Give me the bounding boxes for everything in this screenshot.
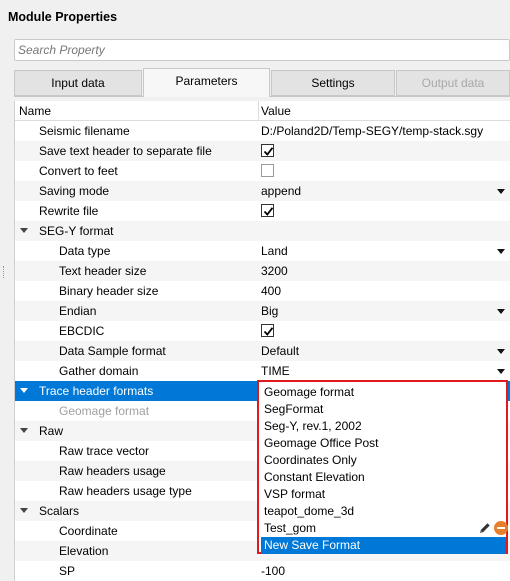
property-name: Seismic filename (39, 124, 130, 138)
property-value[interactable]: -100 (261, 564, 285, 578)
property-name: Gather domain (59, 364, 139, 378)
search-property-field[interactable] (14, 39, 510, 61)
property-value[interactable]: Land (261, 244, 288, 258)
search-input[interactable] (15, 40, 509, 60)
property-row-rewrite-file[interactable]: Rewrite file (15, 201, 510, 221)
dropdown-option-highlighted[interactable]: New Save Format (261, 537, 506, 554)
property-value[interactable]: TIME (261, 364, 290, 378)
dropdown-arrow-icon[interactable] (497, 349, 505, 354)
checkbox-checked[interactable] (261, 144, 274, 157)
property-row-convert-to-feet[interactable]: Convert to feet (15, 161, 510, 181)
tab-parameters[interactable]: Parameters (143, 68, 270, 97)
property-row-binary-header-size[interactable]: Binary header size 400 (15, 281, 510, 301)
dropdown-arrow-icon[interactable] (497, 249, 505, 254)
property-name: Data type (59, 244, 111, 258)
property-row-gather-domain[interactable]: Gather domain TIME (15, 361, 510, 381)
property-name: Saving mode (39, 184, 110, 198)
property-name: Convert to feet (39, 164, 118, 178)
property-name: Raw headers usage type (59, 484, 192, 498)
dropdown-option[interactable]: Seg-Y, rev.1, 2002 (261, 418, 506, 435)
property-row-saving-mode[interactable]: Saving mode append (15, 181, 510, 201)
checkbox-unchecked[interactable] (261, 164, 274, 177)
dropdown-option[interactable]: Coordinates Only (261, 452, 506, 469)
check-icon (263, 207, 274, 216)
column-separator[interactable] (258, 101, 259, 121)
tab-output-data: Output data (396, 70, 510, 96)
check-icon (263, 327, 274, 336)
dropdown-arrow-icon[interactable] (497, 189, 505, 194)
panel-title: Module Properties (8, 10, 118, 24)
column-header-name[interactable]: Name (19, 104, 51, 118)
property-name: Binary header size (59, 284, 159, 298)
expand-arrow-icon[interactable] (20, 428, 28, 433)
property-name: Data Sample format (59, 344, 166, 358)
property-name: Raw headers usage (59, 464, 166, 478)
expand-arrow-icon[interactable] (20, 508, 28, 513)
dropdown-arrow-icon[interactable] (497, 369, 505, 374)
dropdown-option[interactable]: Geomage Office Post (261, 435, 506, 452)
property-name: Save text header to separate file (39, 144, 212, 158)
property-row-endian[interactable]: Endian Big (15, 301, 510, 321)
group-name: Scalars (39, 504, 80, 518)
group-name: Raw (39, 424, 64, 438)
property-name: SP (59, 564, 76, 578)
property-name: Raw trace vector (59, 444, 150, 458)
tab-input-data[interactable]: Input data (14, 70, 142, 96)
property-row-data-type[interactable]: Data type Land (15, 241, 510, 261)
edit-icon[interactable] (478, 521, 492, 535)
dropdown-option-label: Test_gom (264, 521, 317, 535)
expand-arrow-icon[interactable] (20, 388, 28, 393)
trace-header-format-dropdown[interactable]: Geomage format SegFormat Seg-Y, rev.1, 2… (257, 380, 508, 554)
splitter-handle[interactable] (3, 266, 5, 278)
checkbox-checked[interactable] (261, 324, 274, 337)
group-row-segy-format[interactable]: SEG-Y format (15, 221, 510, 241)
dropdown-option-test-gom[interactable]: Test_gom (261, 520, 508, 537)
property-row-data-sample-format[interactable]: Data Sample format Default (15, 341, 510, 361)
property-name: Endian (59, 304, 97, 318)
property-name: Coordinate (59, 524, 118, 538)
column-header-value[interactable]: Value (261, 104, 291, 118)
property-name: EBCDIC (59, 324, 105, 338)
dropdown-option[interactable]: Constant Elevation (261, 469, 506, 486)
tree-header: Name Value (15, 101, 510, 121)
property-value[interactable]: Big (261, 304, 278, 318)
dropdown-arrow-icon[interactable] (497, 309, 505, 314)
expand-arrow-icon[interactable] (20, 228, 28, 233)
property-value[interactable]: Default (261, 344, 299, 358)
property-name: Elevation (59, 544, 109, 558)
check-icon (263, 147, 274, 156)
property-value[interactable]: 3200 (261, 264, 288, 278)
property-name: Geomage format (59, 404, 150, 418)
property-row-sp[interactable]: SP -100 (15, 561, 510, 581)
group-name: SEG-Y format (39, 224, 114, 238)
checkbox-checked[interactable] (261, 204, 274, 217)
property-row-seismic-filename[interactable]: Seismic filename D:/Poland2D/Temp-SEGY/t… (15, 121, 510, 141)
dropdown-option[interactable]: SegFormat (261, 401, 506, 418)
dropdown-option[interactable]: Geomage format (261, 384, 506, 401)
remove-icon[interactable] (494, 521, 508, 535)
tab-settings[interactable]: Settings (271, 70, 395, 96)
tab-bar: Input data Parameters Settings Output da… (14, 68, 510, 97)
property-row-save-text-header[interactable]: Save text header to separate file (15, 141, 510, 161)
property-value[interactable]: 400 (261, 284, 281, 298)
dropdown-option[interactable]: VSP format (261, 486, 506, 503)
property-row-text-header-size[interactable]: Text header size 3200 (15, 261, 510, 281)
property-value[interactable]: D:/Poland2D/Temp-SEGY/temp-stack.sgy (261, 124, 483, 138)
property-row-ebcdic[interactable]: EBCDIC (15, 321, 510, 341)
dropdown-option[interactable]: teapot_dome_3d (261, 503, 506, 520)
group-name: Trace header formats (39, 384, 154, 398)
property-name: Rewrite file (39, 204, 99, 218)
property-value[interactable]: append (261, 184, 301, 198)
property-name: Text header size (59, 264, 147, 278)
